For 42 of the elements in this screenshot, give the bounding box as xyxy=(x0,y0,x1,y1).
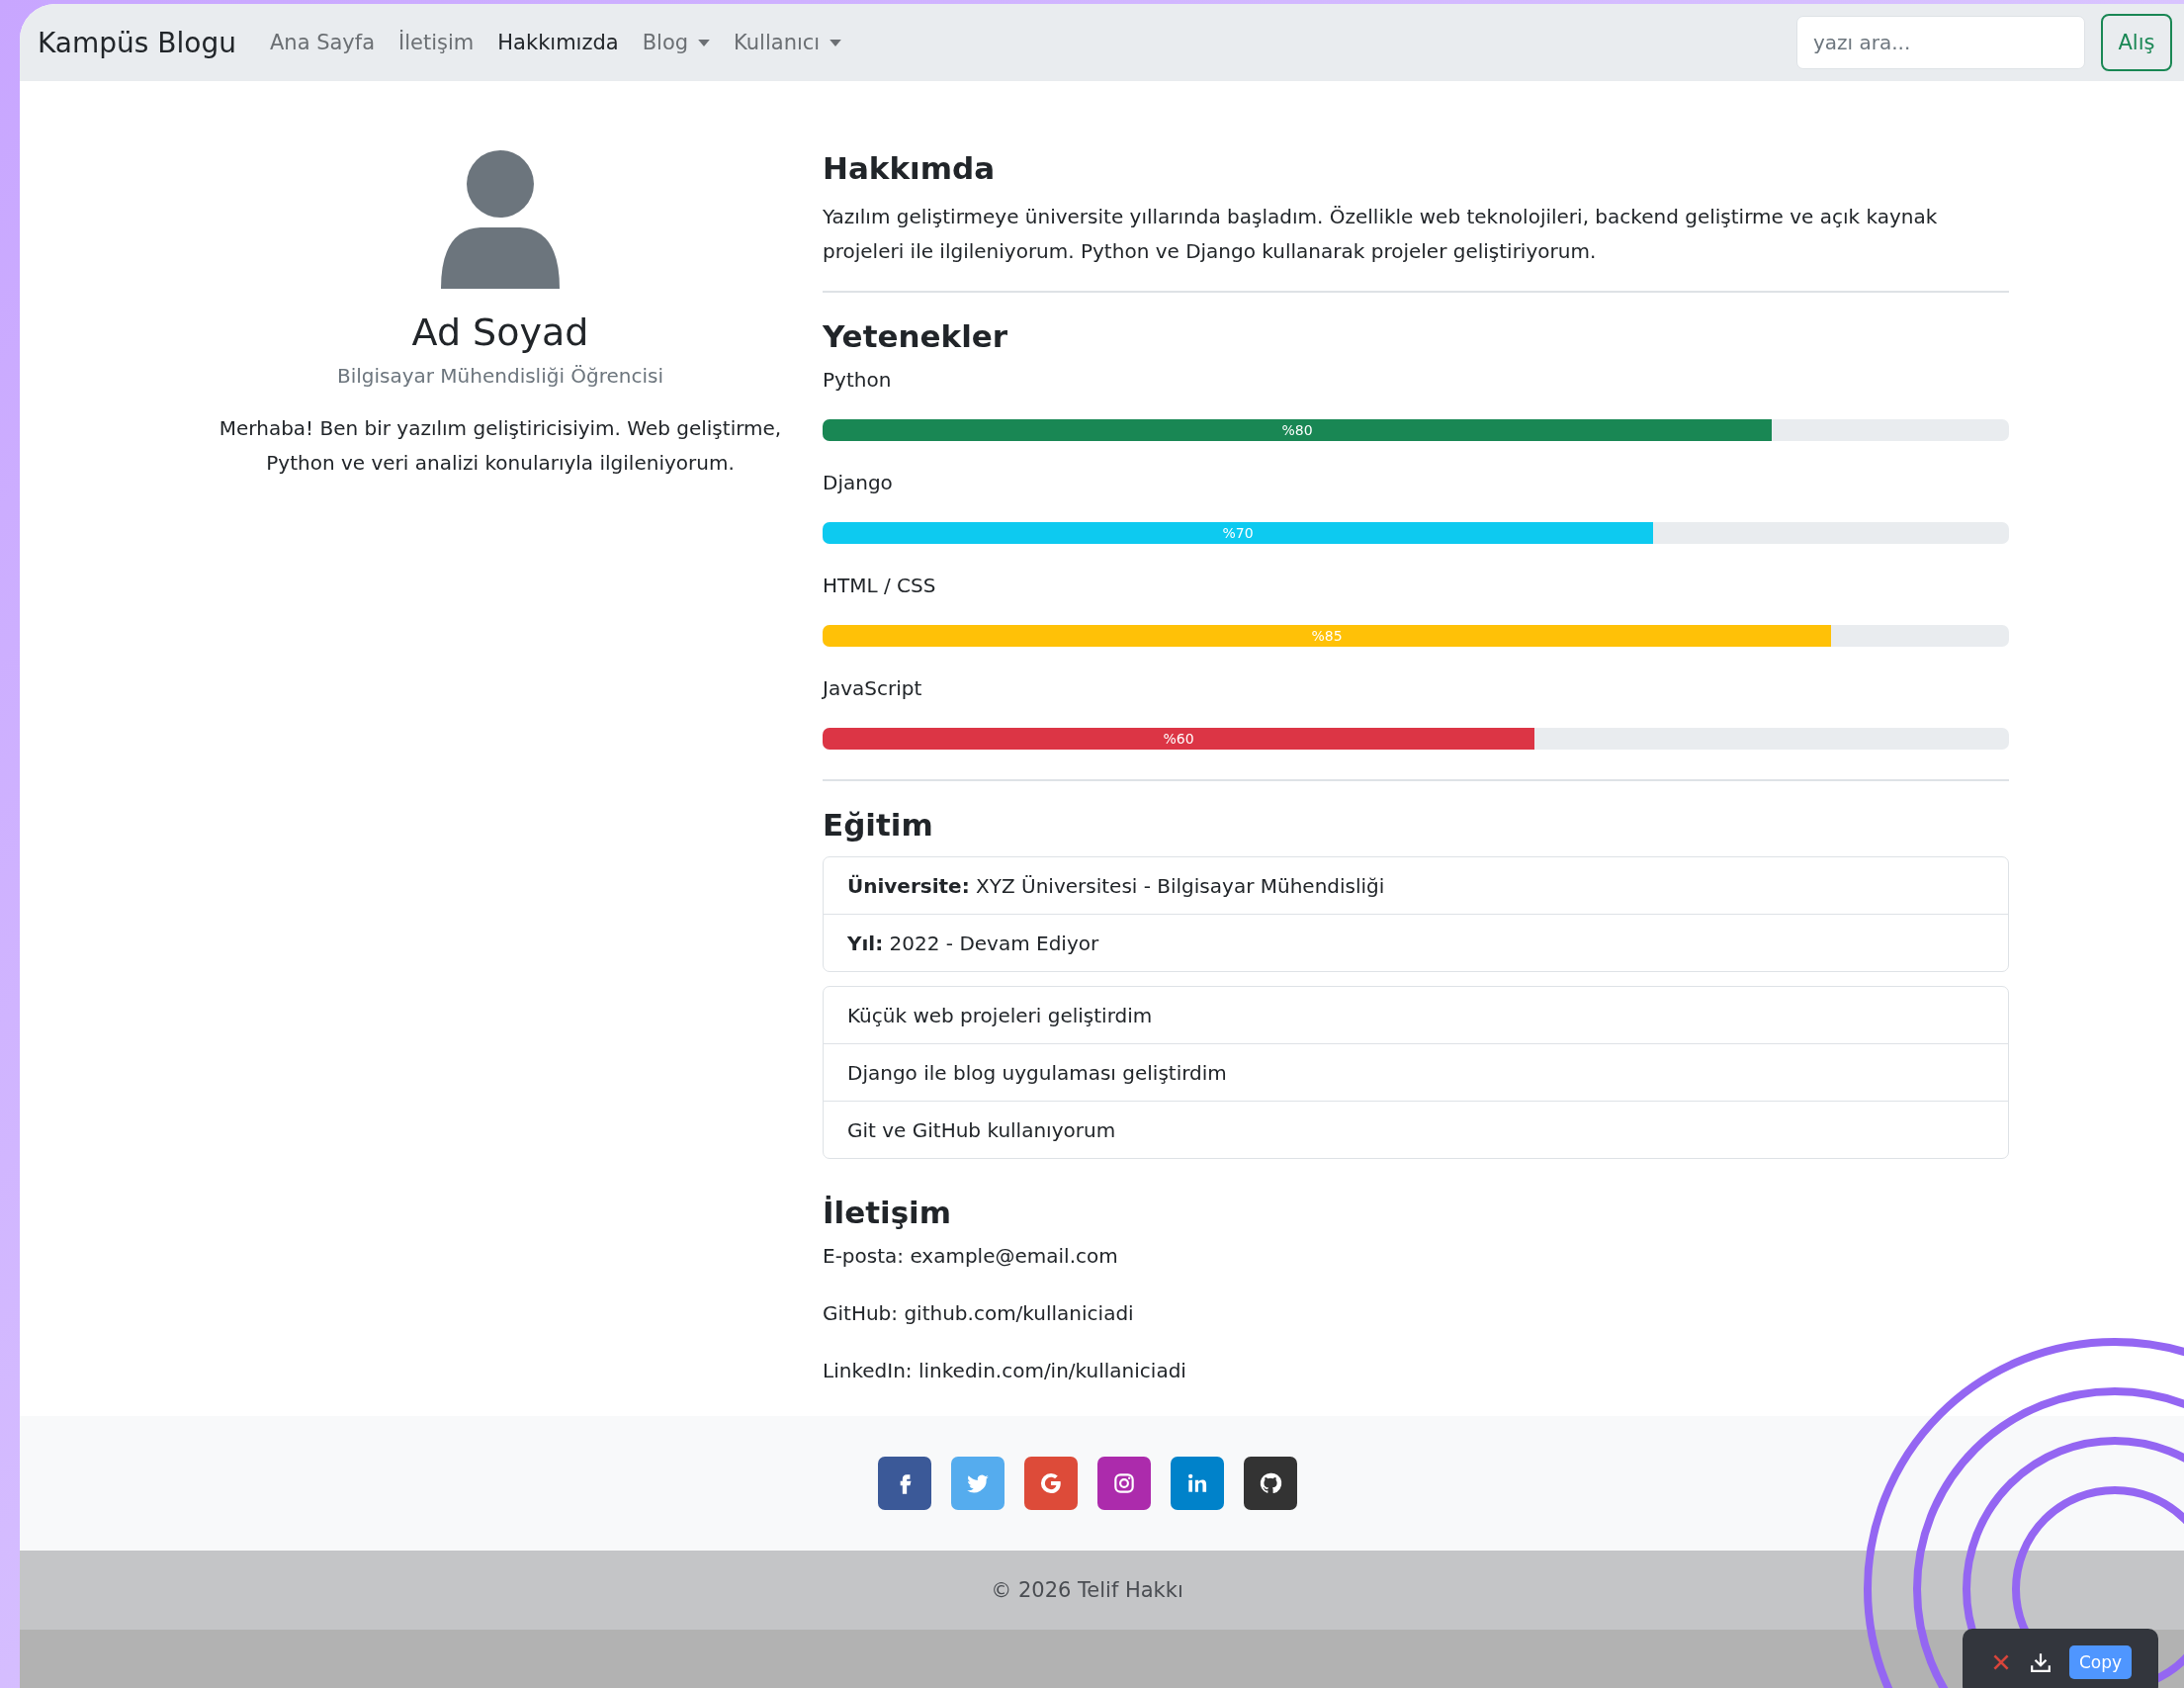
contact-line: LinkedIn: linkedin.com/in/kullaniciadi xyxy=(823,1359,1187,1382)
section-heading: Hakkımda xyxy=(823,150,997,186)
nav-dropdown[interactable]: Kullanıcı xyxy=(724,31,852,54)
skill-label: JavaScript xyxy=(823,676,923,700)
download-icon[interactable] xyxy=(2030,1651,2052,1673)
experience-item: Küçük web projeleri geliştirdim xyxy=(846,1002,1154,1029)
about-text: Yazılım geliştirmeye üniversite yıllarında başladım. Özellikle web teknolojileri, backend geliştirme ve açık kaynak projeleri ile ilgileniyorum. Python ve Django kullanarak projeler geliştiriyorum. xyxy=(823,204,1939,265)
brand-link[interactable]: Kampüs Blogu xyxy=(38,26,236,59)
experience-item: Django ile blog uygulaması geliştirdim xyxy=(824,1043,2008,1101)
profile-bio: Merhaba! Ben bir yazılım geliştiricisiyim. Web geliştirme, Python ve veri analizi konularıyla ilgileniyorum. xyxy=(218,415,783,477)
skill-label: Django xyxy=(823,471,894,494)
search-field[interactable]: yazı ara... xyxy=(1796,16,2085,69)
search-button[interactable]: Alış xyxy=(2101,14,2172,71)
linkedin-button[interactable] xyxy=(1170,1457,1224,1510)
copy-button[interactable]: Copy xyxy=(2069,1645,2133,1679)
nav-dropdown[interactable]: Blog xyxy=(632,31,721,54)
caret-icon xyxy=(698,39,711,46)
google-button[interactable] xyxy=(1023,1457,1078,1510)
contact-line: E-posta: example@email.com xyxy=(823,1244,1119,1268)
facebook-button[interactable] xyxy=(877,1457,931,1510)
section-heading: Yetenekler xyxy=(823,318,1009,354)
nav-link[interactable]: Ana Sayfa xyxy=(259,31,386,54)
experience-item: Git ve GitHub kullanıyorum xyxy=(824,1101,2008,1158)
section-heading: İletişim xyxy=(823,1195,952,1230)
skill-label: Python xyxy=(823,368,893,392)
progress-reading: %85 xyxy=(1311,628,1343,644)
profile-title: Bilgisayar Mühendisliği Öğrencisi xyxy=(336,364,664,388)
contact-line: GitHub: github.com/kullaniciadi xyxy=(823,1301,1135,1325)
education-item: Üniversite: XYZ Üniversitesi - Bilgisayar Mühendisliği xyxy=(846,872,1386,900)
education-item: Yıl: 2022 - Devam Ediyor xyxy=(824,914,2008,971)
progress-reading: %80 xyxy=(1281,422,1313,438)
nav-link[interactable]: İletişim xyxy=(389,31,484,54)
skill-label: HTML / CSS xyxy=(823,574,937,597)
github-button[interactable] xyxy=(1243,1457,1297,1510)
section-heading: Eğitim xyxy=(823,807,934,843)
progress-reading: %70 xyxy=(1222,525,1254,541)
profile-name: Ad Soyad xyxy=(411,311,589,354)
copyright-text: © 2026 Telif Hakkı xyxy=(991,1578,1183,1602)
nav-link[interactable]: Hakkımızda xyxy=(487,31,629,54)
progress-reading: %60 xyxy=(1163,731,1194,747)
caret-icon xyxy=(830,39,842,46)
instagram-button[interactable] xyxy=(1096,1457,1151,1510)
